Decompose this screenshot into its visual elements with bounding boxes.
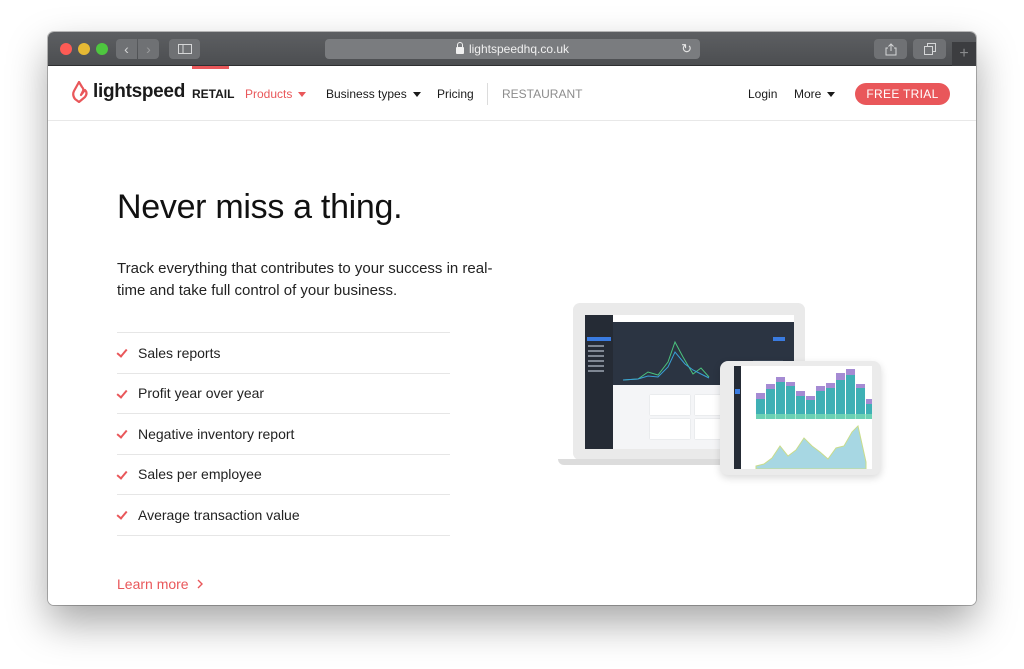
minimize-window-button[interactable] — [78, 43, 90, 55]
login-link[interactable]: Login — [748, 87, 777, 101]
share-button[interactable] — [874, 39, 907, 59]
chevron-left-icon: ‹ — [124, 41, 129, 57]
back-button[interactable]: ‹ — [116, 39, 137, 59]
close-window-button[interactable] — [60, 43, 72, 55]
hero-subtitle: Track everything that contributes to you… — [117, 260, 493, 299]
nav-business-types[interactable]: Business types — [326, 87, 421, 101]
check-icon — [117, 347, 128, 358]
nav-pricing[interactable]: Pricing — [437, 87, 474, 101]
chevron-right-icon: › — [146, 41, 151, 57]
sidebar-icon — [177, 44, 192, 54]
feature-item: Sales per employee — [117, 455, 450, 495]
nav-more[interactable]: More — [794, 87, 836, 101]
tabs-icon — [923, 43, 936, 55]
sidebar-toggle-button[interactable] — [169, 39, 200, 59]
check-icon — [117, 469, 128, 480]
active-nav-indicator — [192, 66, 229, 69]
tab-overview-button[interactable] — [913, 39, 946, 59]
lightspeed-flame-icon — [72, 81, 88, 103]
feature-item: Profit year over year — [117, 374, 450, 414]
url-text: lightspeedhq.co.uk — [468, 42, 570, 56]
address-bar[interactable]: lightspeedhq.co.uk ↻ — [325, 39, 700, 59]
nav-products[interactable]: Products — [245, 87, 307, 101]
brand-name: lightspeed — [93, 81, 186, 102]
brand-logo[interactable]: lightspeed — [72, 81, 185, 103]
new-tab-button[interactable]: + — [952, 42, 976, 66]
free-trial-button[interactable]: FREE TRIAL — [855, 83, 950, 105]
feature-list: Sales reports Profit year over year Nega… — [117, 332, 450, 536]
page-title: Never miss a thing. — [117, 188, 403, 226]
check-icon — [117, 509, 128, 520]
caret-down-icon — [298, 91, 307, 97]
tablet-chart-screenshot — [734, 366, 872, 469]
caret-down-icon — [412, 91, 421, 97]
browser-window: ‹ › lightspeedhq.co.uk ↻ + lightspeed RE… — [48, 32, 976, 605]
nav-retail[interactable]: RETAIL — [192, 87, 234, 101]
nav-restaurant[interactable]: RESTAURANT — [502, 87, 582, 101]
feature-item: Average transaction value — [117, 495, 450, 536]
feature-item: Sales reports — [117, 333, 450, 374]
check-icon — [117, 388, 128, 399]
site-header: lightspeed RETAIL Products Business type… — [48, 66, 976, 121]
nav-divider — [487, 83, 488, 105]
reload-icon[interactable]: ↻ — [681, 41, 692, 57]
check-icon — [117, 428, 128, 439]
page-content: lightspeed RETAIL Products Business type… — [48, 66, 976, 605]
lock-icon — [455, 42, 464, 54]
dashboard-sidebar — [585, 315, 613, 449]
plus-icon: + — [959, 45, 969, 62]
learn-more-link[interactable]: Learn more — [117, 576, 203, 592]
chevron-right-icon — [197, 579, 203, 589]
browser-toolbar: ‹ › lightspeedhq.co.uk ↻ + — [48, 32, 976, 66]
tablet-illustration — [720, 361, 881, 475]
feature-item: Negative inventory report — [117, 414, 450, 455]
caret-down-icon — [827, 91, 836, 97]
share-icon — [885, 42, 896, 55]
forward-button[interactable]: › — [138, 39, 159, 59]
zoom-window-button[interactable] — [96, 43, 108, 55]
